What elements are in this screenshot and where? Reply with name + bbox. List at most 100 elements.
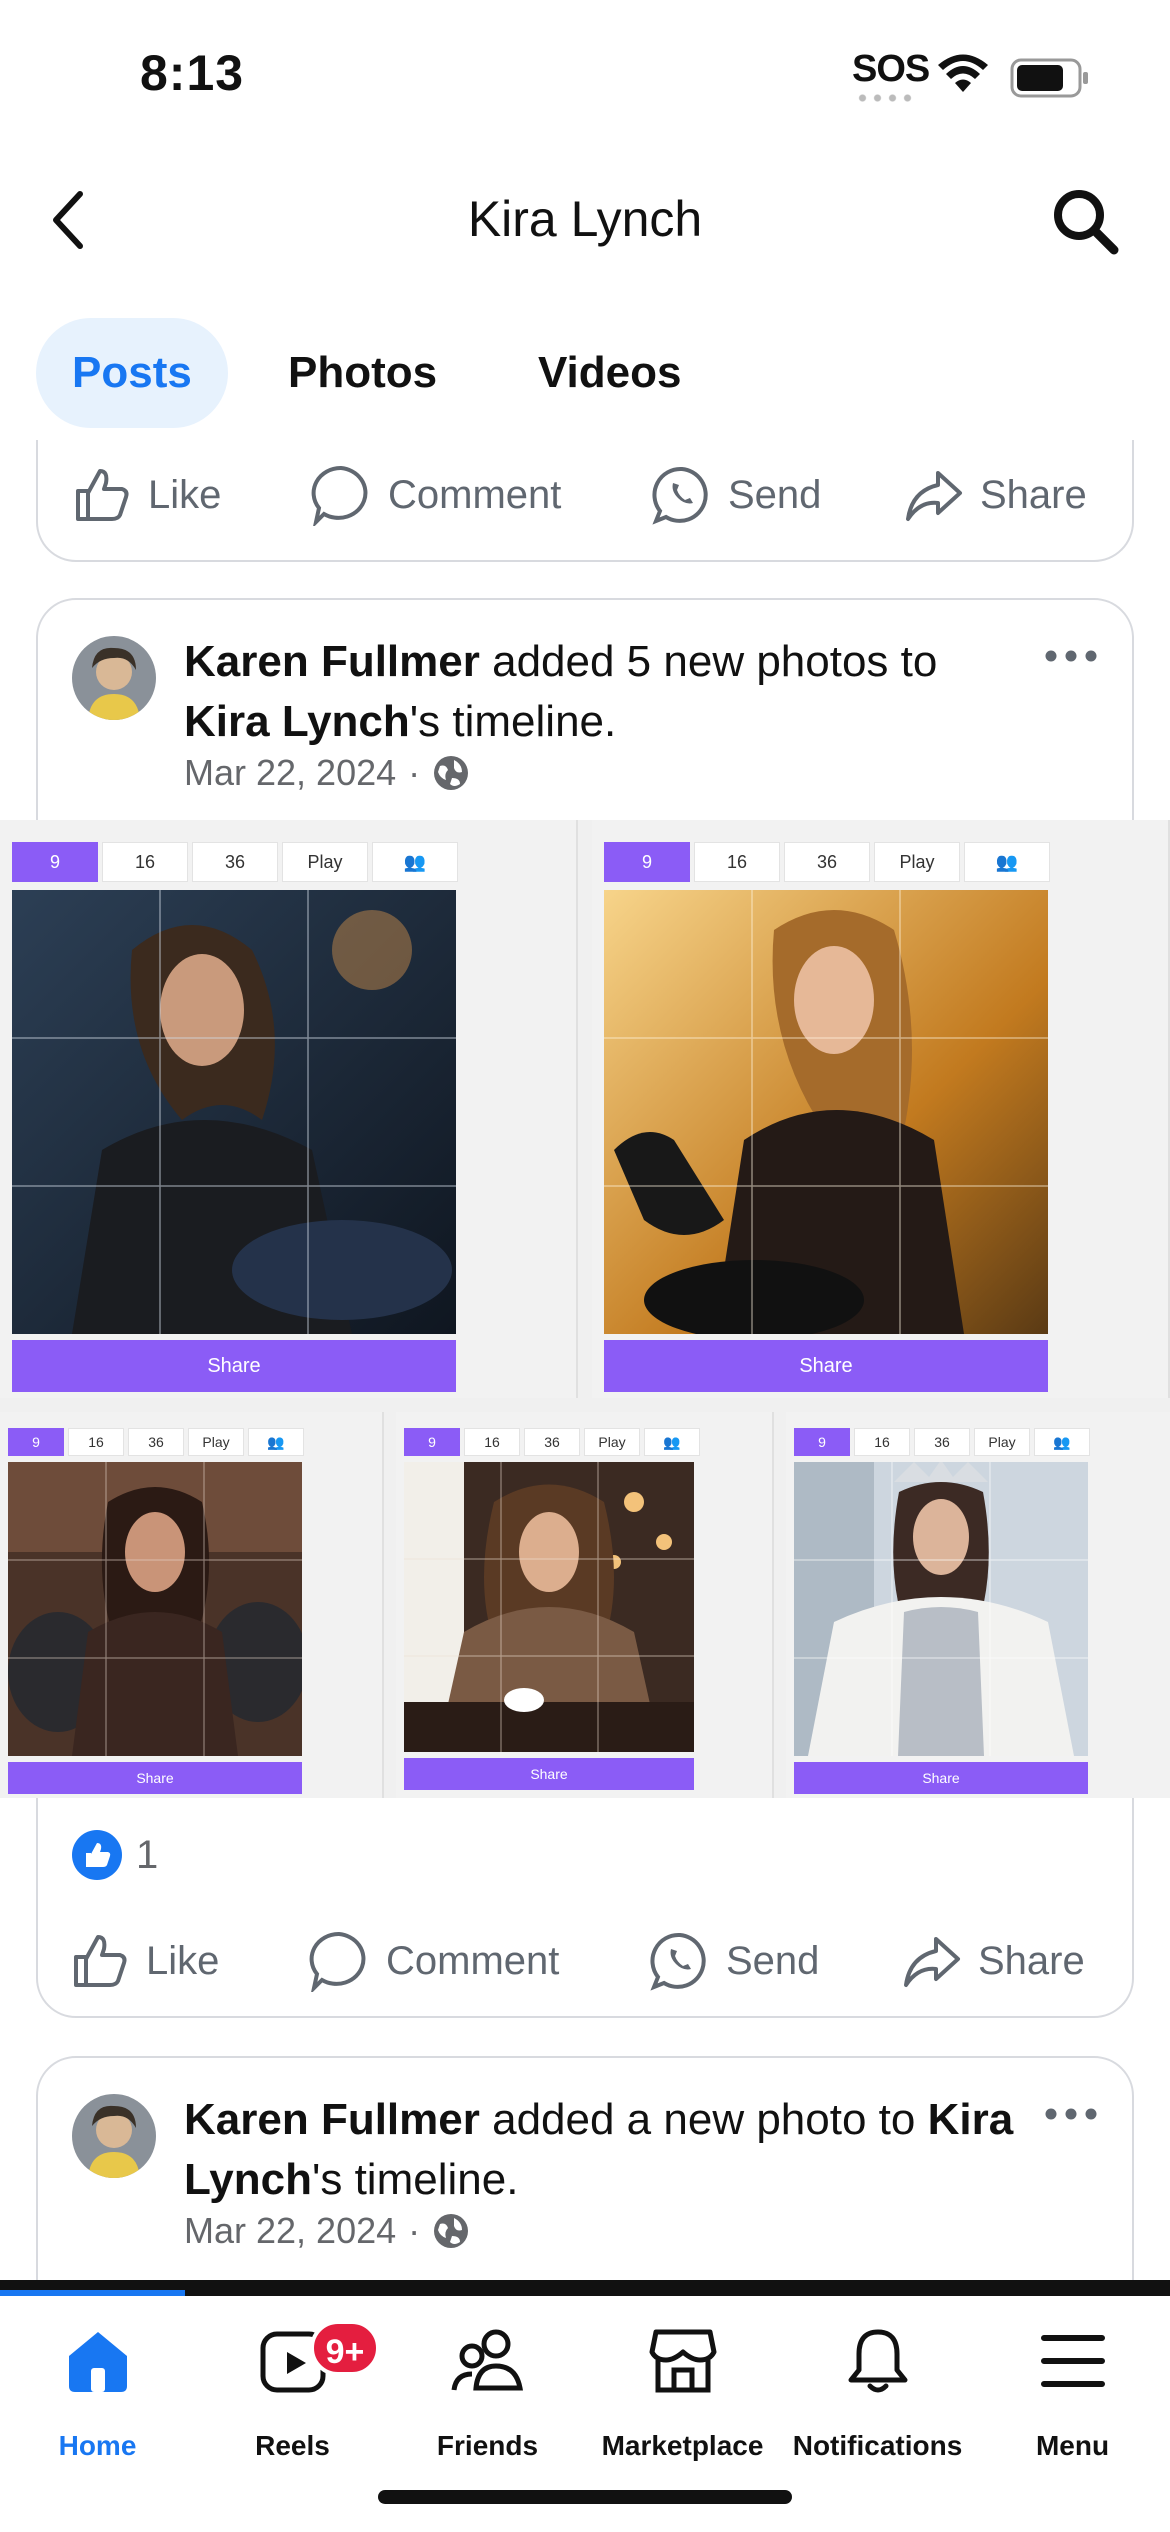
- puzzle-9-button[interactable]: 9: [8, 1428, 64, 1456]
- tab-photos[interactable]: Photos: [252, 318, 473, 428]
- bell-icon: [848, 2329, 907, 2393]
- tab-posts[interactable]: Posts: [36, 318, 228, 428]
- more-options-icon[interactable]: [1044, 648, 1098, 664]
- share-puzzle-button[interactable]: Share: [794, 1762, 1088, 1794]
- nav-reels[interactable]: 9+ Reels: [195, 2320, 390, 2470]
- share-arrow-icon: [904, 1937, 960, 1987]
- nav-marketplace-label: Marketplace: [601, 2430, 764, 2461]
- puzzle-16-button[interactable]: 16: [464, 1428, 520, 1456]
- puzzle-36-button[interactable]: 36: [784, 842, 870, 882]
- home-icon: [68, 2332, 127, 2392]
- puzzle-16-button[interactable]: 16: [68, 1428, 124, 1456]
- signal-dots: [855, 94, 915, 102]
- puzzle-toolbar: 9 16 36 Play 👥: [604, 842, 1050, 882]
- share-puzzle-button[interactable]: Share: [8, 1762, 302, 1794]
- puzzle-toolbar: 9 16 36 Play 👥: [12, 842, 458, 882]
- thumbs-up-icon: [74, 1935, 127, 1987]
- puzzle-16-button[interactable]: 16: [694, 842, 780, 882]
- puzzle-16-button[interactable]: 16: [102, 842, 188, 882]
- photo-tile[interactable]: 9 16 36 Play 👥 Share: [786, 1412, 1170, 1798]
- previous-post-card: Like Comment Send Share: [36, 440, 1134, 562]
- comment-label: Comment: [386, 1938, 560, 1983]
- puzzle-36-button[interactable]: 36: [914, 1428, 970, 1456]
- share-button[interactable]: Share: [904, 440, 1087, 550]
- nav-home[interactable]: Home: [0, 2320, 195, 2470]
- whatsapp-icon: [650, 1932, 706, 1991]
- post-author[interactable]: Karen Fullmer: [184, 637, 480, 686]
- tab-videos[interactable]: Videos: [502, 318, 717, 428]
- status-bar: 8:13 SOS: [0, 0, 1170, 150]
- avatar[interactable]: [72, 636, 156, 720]
- puzzle-play-button[interactable]: Play: [584, 1428, 640, 1456]
- puzzle-9-button[interactable]: 9: [404, 1428, 460, 1456]
- globe-icon: [434, 756, 469, 790]
- add-friends-icon[interactable]: 👥: [964, 842, 1050, 882]
- puzzle-36-button[interactable]: 36: [524, 1428, 580, 1456]
- puzzle-play-button[interactable]: Play: [974, 1428, 1030, 1456]
- add-friends-icon[interactable]: 👥: [248, 1428, 304, 1456]
- share-puzzle-button[interactable]: Share: [404, 1758, 694, 1790]
- nav-notifications[interactable]: Notifications: [780, 2320, 975, 2470]
- puzzle-toolbar: 9 16 36 Play 👥: [794, 1428, 1090, 1456]
- send-button[interactable]: Send: [650, 1906, 819, 2016]
- add-friends-icon[interactable]: 👥: [644, 1428, 700, 1456]
- action-row: Like Comment Send Share: [36, 1906, 1134, 2016]
- post-meta: Mar 22, 2024 ·: [184, 2210, 470, 2252]
- puzzle-36-button[interactable]: 36: [192, 842, 278, 882]
- puzzle-photo: [8, 1462, 302, 1756]
- dot-separator: ·: [408, 2210, 421, 2251]
- share-label: Share: [980, 472, 1087, 517]
- reaction-summary[interactable]: 1: [72, 1830, 158, 1880]
- like-label: Like: [148, 472, 222, 517]
- sos-indicator: SOS: [852, 48, 930, 90]
- photo-tile[interactable]: 9 16 36 Play 👥 Share: [0, 1412, 384, 1798]
- post-date[interactable]: Mar 22, 2024: [184, 2210, 396, 2252]
- photo-tile[interactable]: 9 16 36 Play 👥 Share: [0, 820, 578, 1398]
- post-action-text: added 5 new photos to: [479, 637, 938, 686]
- add-friends-icon[interactable]: 👥: [372, 842, 458, 882]
- friends-icon: [451, 2329, 523, 2391]
- puzzle-36-button[interactable]: 36: [128, 1428, 184, 1456]
- avatar[interactable]: [72, 2094, 156, 2178]
- send-button[interactable]: Send: [652, 440, 821, 550]
- post-author[interactable]: Karen Fullmer: [184, 2095, 480, 2144]
- thumbs-up-icon: [76, 469, 129, 521]
- photo-tile[interactable]: 9 16 36 Play 👥 Share: [592, 820, 1170, 1398]
- share-label: Share: [978, 1938, 1085, 1983]
- share-puzzle-button[interactable]: Share: [604, 1340, 1048, 1392]
- reels-badge: 9+: [310, 2320, 380, 2376]
- puzzle-photo: [12, 890, 456, 1334]
- more-options-icon[interactable]: [1044, 2106, 1098, 2122]
- globe-icon: [434, 2214, 469, 2248]
- post-headline: Karen Fullmer added 5 new photos to Kira…: [184, 632, 1014, 752]
- nav-menu[interactable]: Menu: [975, 2320, 1170, 2470]
- post-meta: Mar 22, 2024 ·: [184, 752, 470, 794]
- reaction-count: 1: [136, 1832, 159, 1877]
- puzzle-9-button[interactable]: 9: [794, 1428, 850, 1456]
- puzzle-play-button[interactable]: Play: [874, 842, 960, 882]
- share-puzzle-button[interactable]: Share: [12, 1340, 456, 1392]
- puzzle-16-button[interactable]: 16: [854, 1428, 910, 1456]
- nav-friends[interactable]: Friends: [390, 2320, 585, 2470]
- comment-button[interactable]: Comment: [308, 1906, 559, 2016]
- like-button[interactable]: Like: [70, 1906, 219, 2016]
- add-friends-icon[interactable]: 👥: [1034, 1428, 1090, 1456]
- status-time: 8:13: [140, 45, 245, 101]
- post-date[interactable]: Mar 22, 2024: [184, 752, 396, 794]
- nav-friends-label: Friends: [436, 2430, 539, 2461]
- like-reaction-icon: [72, 1830, 122, 1880]
- post-target[interactable]: Kira Lynch: [184, 697, 410, 746]
- home-indicator: [378, 2490, 792, 2504]
- share-button[interactable]: Share: [902, 1906, 1085, 2016]
- puzzle-play-button[interactable]: Play: [188, 1428, 244, 1456]
- search-icon[interactable]: [1050, 186, 1120, 256]
- photo-tile[interactable]: 9 16 36 Play 👥 Share: [396, 1412, 774, 1798]
- puzzle-play-button[interactable]: Play: [282, 842, 368, 882]
- nav-marketplace[interactable]: Marketplace: [585, 2320, 780, 2470]
- comment-button[interactable]: Comment: [310, 440, 561, 550]
- puzzle-9-button[interactable]: 9: [12, 842, 98, 882]
- like-button[interactable]: Like: [72, 440, 221, 550]
- send-label: Send: [728, 472, 822, 517]
- profile-tabs: Posts Photos Videos: [0, 318, 1170, 428]
- puzzle-9-button[interactable]: 9: [604, 842, 690, 882]
